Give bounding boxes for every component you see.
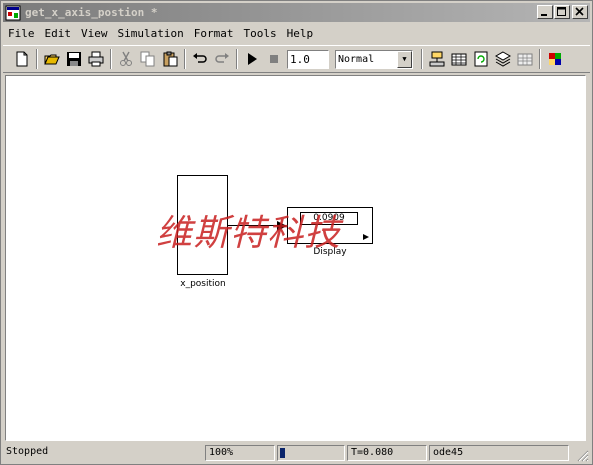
- menu-tools[interactable]: Tools: [238, 27, 281, 40]
- build-icon: [429, 51, 445, 67]
- library-grid-icon: [451, 53, 467, 66]
- menu-help[interactable]: Help: [282, 27, 319, 40]
- menu-view[interactable]: View: [76, 27, 113, 40]
- menu-format[interactable]: Format: [189, 27, 239, 40]
- new-document-icon: [16, 51, 28, 67]
- menu-edit[interactable]: Edit: [40, 27, 77, 40]
- update-diagram-button[interactable]: [470, 48, 492, 70]
- save-icon: [67, 52, 81, 66]
- stop-simulation-button[interactable]: [263, 48, 285, 70]
- layers-icon: [495, 51, 511, 67]
- menu-simulation[interactable]: Simulation: [113, 27, 189, 40]
- play-icon: [248, 53, 257, 65]
- start-simulation-button[interactable]: [241, 48, 263, 70]
- status-text: Stopped: [6, 446, 49, 457]
- toolbar: 1.0 Normal ▼: [3, 45, 590, 73]
- simulink-app-icon: [5, 5, 21, 21]
- refresh-icon: [474, 51, 488, 67]
- toolbar-separator: [110, 49, 112, 69]
- minimize-button[interactable]: [537, 5, 553, 19]
- simulation-mode-value: Normal: [338, 53, 375, 65]
- paste-icon: [163, 51, 178, 67]
- copy-icon: [140, 51, 155, 67]
- toolbar-separator: [539, 49, 541, 69]
- redo-button[interactable]: [211, 48, 233, 70]
- toolbar-separator: [421, 49, 423, 69]
- solver-name: ode45: [429, 445, 569, 461]
- minimize-icon: [541, 14, 547, 16]
- undo-icon: [193, 53, 207, 63]
- window-title: get_x_axis_postion *: [25, 6, 158, 19]
- close-button[interactable]: [572, 5, 588, 19]
- display-port-arrow-icon: [363, 234, 369, 240]
- model-explorer-button[interactable]: [492, 48, 514, 70]
- printer-icon: [88, 51, 104, 67]
- toolbar-separator: [184, 49, 186, 69]
- scissors-icon: [120, 51, 132, 66]
- toolbar-separator: [236, 49, 238, 69]
- debug-grid-icon: [517, 53, 533, 66]
- title-bar[interactable]: get_x_axis_postion *: [3, 3, 590, 22]
- debug-button[interactable]: [514, 48, 536, 70]
- toolbar-separator: [36, 49, 38, 69]
- simulink-library-icon: [549, 53, 561, 65]
- model-canvas[interactable]: x_position 0.0909 Display 维斯特科技: [5, 75, 586, 441]
- save-button[interactable]: [63, 48, 85, 70]
- x-position-block-label[interactable]: x_position: [166, 279, 240, 289]
- resize-grip-icon[interactable]: [577, 450, 589, 462]
- simulation-time: T=0.080: [347, 445, 427, 461]
- open-folder-icon: [44, 54, 60, 65]
- simulation-progress: [277, 445, 345, 461]
- menu-bar: File Edit View Simulation Format Tools H…: [3, 24, 318, 42]
- dropdown-arrow-icon[interactable]: ▼: [397, 50, 412, 68]
- build-model-button[interactable]: [426, 48, 448, 70]
- print-button[interactable]: [85, 48, 107, 70]
- watermark-text: 维斯特科技: [156, 213, 342, 254]
- status-bar: Stopped 100% T=0.080 ode45: [3, 443, 590, 463]
- maximize-button[interactable]: [554, 5, 570, 19]
- copy-button[interactable]: [137, 48, 159, 70]
- paste-button[interactable]: [159, 48, 181, 70]
- simulink-library-button[interactable]: [544, 48, 566, 70]
- new-model-button[interactable]: [11, 48, 33, 70]
- redo-icon: [215, 53, 229, 63]
- undo-button[interactable]: [189, 48, 211, 70]
- simulink-window: get_x_axis_postion * File Edit View Simu…: [0, 0, 593, 465]
- cut-button[interactable]: [115, 48, 137, 70]
- menu-file[interactable]: File: [3, 27, 40, 40]
- progress-fill: [280, 448, 285, 458]
- maximize-icon: [557, 7, 566, 16]
- library-browser-button[interactable]: [448, 48, 470, 70]
- simulation-mode-select[interactable]: Normal ▼: [335, 49, 413, 69]
- open-button[interactable]: [41, 48, 63, 70]
- stop-time-input[interactable]: 1.0: [287, 49, 329, 69]
- close-icon: [575, 7, 584, 16]
- stop-icon: [270, 55, 278, 63]
- zoom-level: 100%: [205, 445, 275, 461]
